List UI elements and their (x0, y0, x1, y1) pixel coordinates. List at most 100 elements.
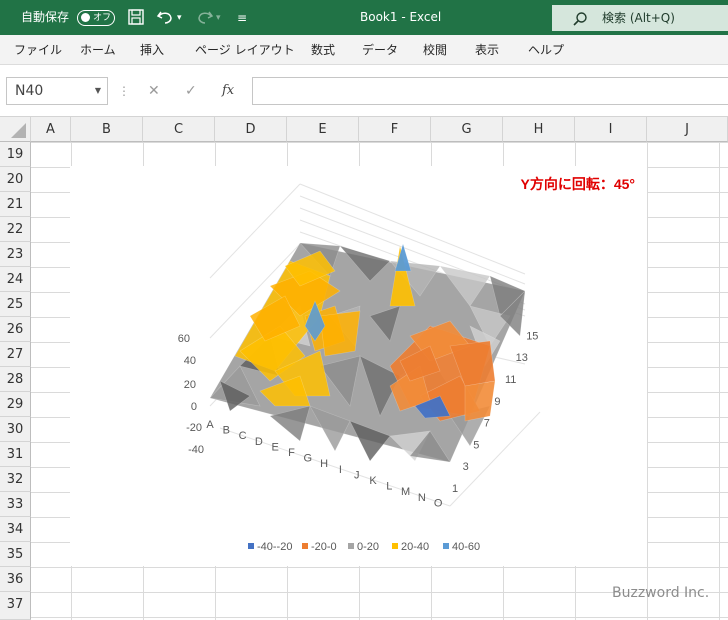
row-header-34[interactable]: 34 (0, 517, 31, 542)
z-tick-label: 40 (184, 355, 196, 367)
redo-icon[interactable] (196, 8, 214, 32)
row-header-35[interactable]: 35 (0, 542, 31, 567)
rotation-annotation: Y方向に回転：45° (520, 176, 635, 192)
title-bar: 自動保存 オフ ▾ ▾ ≡ Book1 - Excel 検索 (Alt+Q) (0, 0, 728, 35)
y-tick-label: 5 (473, 439, 479, 451)
row-header-30[interactable]: 30 (0, 417, 31, 442)
toggle-knob (81, 13, 90, 22)
legend-label: 20-40 (401, 541, 429, 553)
tab-home[interactable]: ホーム (80, 35, 116, 65)
legend-swatch (443, 543, 449, 549)
legend-label: 40-60 (452, 541, 480, 553)
row-header-28[interactable]: 28 (0, 367, 31, 392)
legend-label: 0-20 (357, 541, 379, 553)
column-header-i[interactable]: I (575, 117, 647, 142)
row-header-36[interactable]: 36 (0, 567, 31, 592)
name-box-value: N40 (15, 83, 44, 99)
y-tick-label: 15 (526, 330, 538, 342)
cancel-icon[interactable]: ✕ (148, 77, 160, 105)
y-tick-label: 11 (505, 374, 516, 386)
search-box[interactable]: 検索 (Alt+Q) (552, 5, 728, 31)
name-box[interactable]: N40 ▼ (6, 77, 108, 105)
autosave-label: 自動保存 (21, 10, 70, 24)
insert-function-icon[interactable]: fx (222, 77, 234, 105)
tab-help[interactable]: ヘルプ (528, 35, 564, 65)
y-tick-label: 7 (484, 418, 490, 430)
row-header-31[interactable]: 31 (0, 442, 31, 467)
x-tick-label: L (386, 481, 392, 493)
enter-icon[interactable]: ✓ (185, 77, 197, 105)
tab-insert[interactable]: 挿入 (140, 35, 164, 65)
row-header-19[interactable]: 19 (0, 142, 31, 167)
customize-toolbar-icon[interactable]: ≡ (237, 8, 247, 28)
z-tick-label: -40 (188, 444, 204, 456)
autosave-toggle[interactable]: オフ (77, 10, 115, 26)
row-header-32[interactable]: 32 (0, 467, 31, 492)
column-header-a[interactable]: A (31, 117, 71, 142)
row-header-22[interactable]: 22 (0, 217, 31, 242)
row-header-25[interactable]: 25 (0, 292, 31, 317)
window-title: Book1 - Excel (360, 10, 442, 24)
row-header-33[interactable]: 33 (0, 492, 31, 517)
chevron-down-icon[interactable]: ▼ (95, 78, 101, 104)
tab-review[interactable]: 校閲 (423, 35, 447, 65)
row-header-21[interactable]: 21 (0, 192, 31, 217)
undo-dropdown-icon[interactable]: ▾ (177, 8, 182, 28)
x-tick-label: E (272, 441, 279, 453)
z-axis: 60 40 20 0 -20 -40 (178, 333, 204, 456)
chart-legend: -40--20 -20-0 0-20 20-40 40-60 (248, 541, 480, 553)
column-header-e[interactable]: E (287, 117, 359, 142)
redo-dropdown-icon[interactable]: ▾ (216, 8, 221, 28)
tab-formulas[interactable]: 数式 (311, 35, 335, 65)
row-header-24[interactable]: 24 (0, 267, 31, 292)
y-tick-label: 3 (463, 461, 469, 473)
watermark: Buzzword Inc. (612, 585, 710, 601)
y-tick-label: 1 (452, 483, 458, 495)
column-header-d[interactable]: D (215, 117, 287, 142)
surface-mesh (209, 242, 526, 463)
x-tick-label: G (304, 453, 313, 465)
column-header-f[interactable]: F (359, 117, 431, 142)
tab-view[interactable]: 表示 (475, 35, 499, 65)
column-header-g[interactable]: G (431, 117, 503, 142)
row-header-26[interactable]: 26 (0, 317, 31, 342)
more-options-icon[interactable]: ⋮ (118, 77, 130, 105)
y-tick-label: 9 (494, 396, 500, 408)
save-icon[interactable] (127, 8, 145, 32)
x-tick-label: K (369, 475, 377, 487)
row-header-37[interactable]: 37 (0, 592, 31, 620)
surface-region-20-40 (319, 310, 361, 357)
legend-swatch (248, 543, 254, 549)
x-tick-label: H (320, 458, 328, 470)
row-header-23[interactable]: 23 (0, 242, 31, 267)
z-tick-label: 0 (191, 401, 197, 413)
y-tick-label: 13 (516, 352, 528, 364)
chart-area[interactable]: 60 40 20 0 -20 -40 ABCDEFGHIJKLMNO 13579… (70, 166, 647, 566)
undo-icon[interactable] (156, 8, 174, 32)
formula-input[interactable] (252, 77, 728, 105)
column-header-c[interactable]: C (143, 117, 215, 142)
x-tick-label: A (206, 419, 214, 431)
z-tick-label: 20 (184, 379, 196, 391)
column-header-b[interactable]: B (71, 117, 143, 142)
x-tick-label: O (434, 497, 443, 509)
tab-page-layout[interactable]: ページ レイアウト (195, 35, 295, 65)
surface-chart-svg: 60 40 20 0 -20 -40 ABCDEFGHIJKLMNO 13579… (178, 176, 635, 553)
row-header-27[interactable]: 27 (0, 342, 31, 367)
x-tick-label: B (223, 425, 230, 437)
surface-peak-top (394, 242, 412, 272)
select-all-corner[interactable] (0, 117, 31, 142)
row-header-20[interactable]: 20 (0, 167, 31, 192)
surface-region--20-0 (464, 380, 496, 422)
row-header-29[interactable]: 29 (0, 392, 31, 417)
column-header-h[interactable]: H (503, 117, 575, 142)
x-tick-label: J (354, 469, 360, 481)
tab-data[interactable]: データ (362, 35, 398, 65)
legend-swatch (392, 543, 398, 549)
x-tick-label: I (339, 464, 342, 476)
tab-file[interactable]: ファイル (14, 35, 62, 65)
column-header-j[interactable]: J (647, 117, 728, 142)
ribbon-tabs: ファイル ホーム 挿入 ページ レイアウト 数式 データ 校閲 表示 ヘルプ (0, 35, 728, 65)
legend-label: -20-0 (311, 541, 337, 553)
x-tick-label: F (288, 447, 295, 459)
